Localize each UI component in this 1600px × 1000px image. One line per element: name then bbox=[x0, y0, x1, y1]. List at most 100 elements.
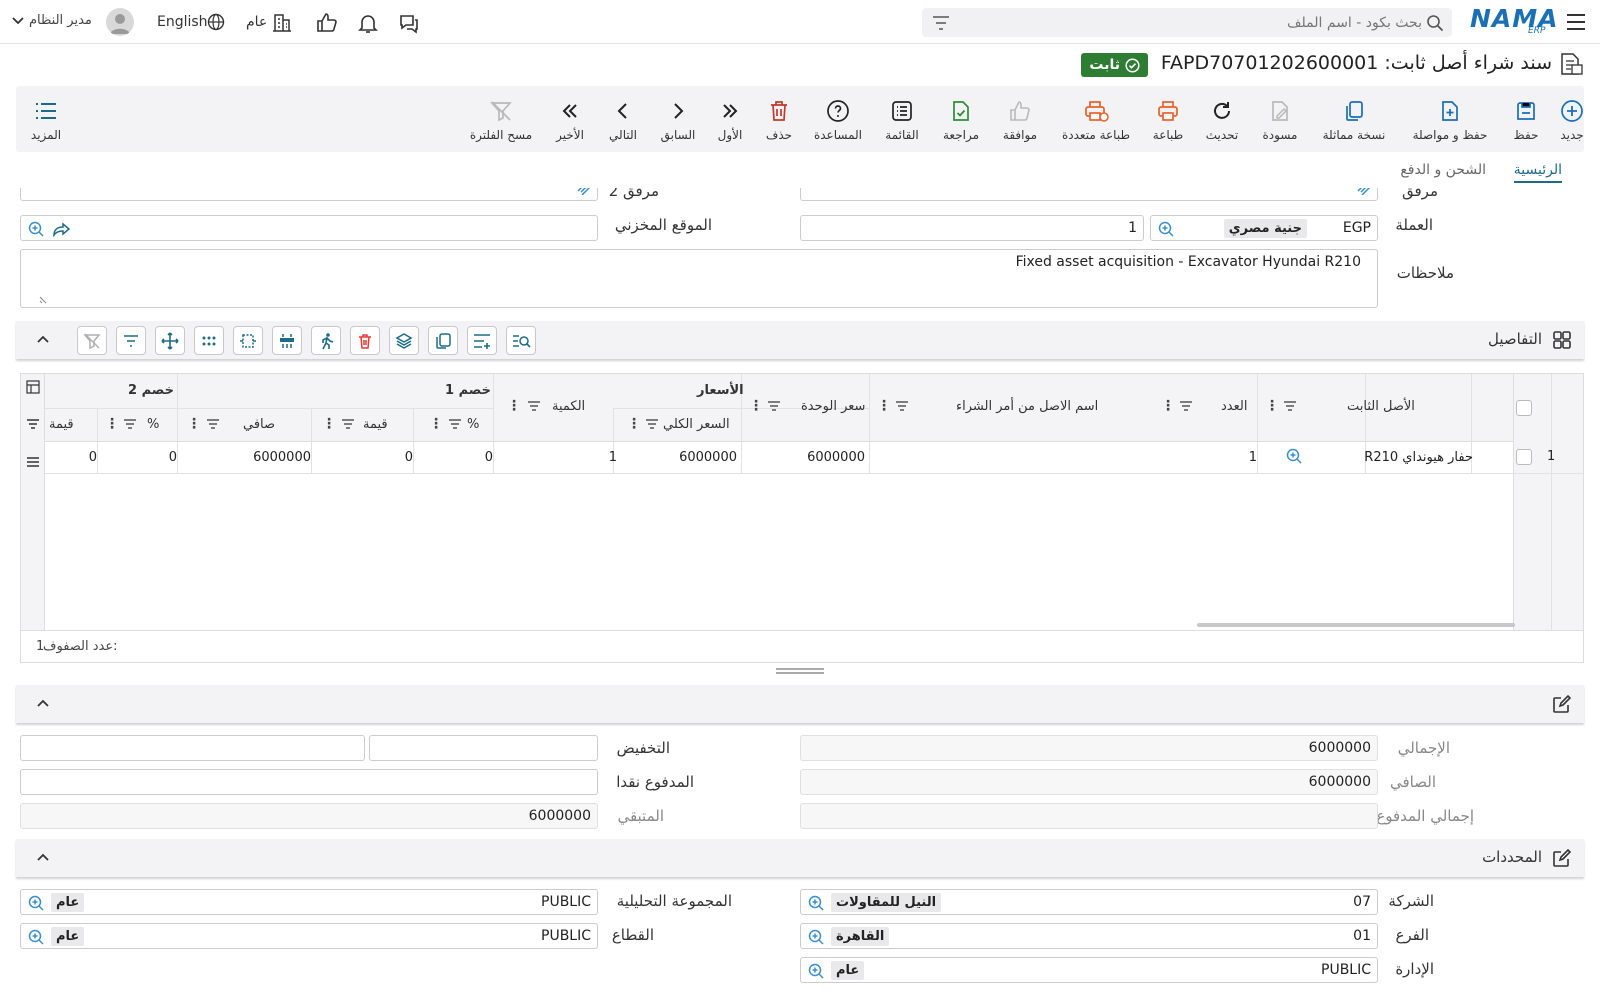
search-box[interactable] bbox=[922, 8, 1452, 37]
delete-row-button[interactable] bbox=[350, 326, 380, 355]
analytic-field[interactable]: PUBLIC عام bbox=[20, 889, 598, 915]
filter-icon[interactable] bbox=[527, 400, 541, 412]
clear-filter-grid-button[interactable] bbox=[77, 326, 107, 355]
new-button[interactable]: جديد bbox=[1552, 86, 1592, 152]
table-row[interactable]: 1 حفار هيونداي R210 1 6000000 6000000 1 … bbox=[45, 442, 1583, 474]
resize-handle-icon[interactable] bbox=[39, 296, 47, 304]
next-button[interactable]: التالي bbox=[598, 86, 648, 152]
col-unit-price[interactable]: سعر الوحدة bbox=[801, 399, 865, 414]
row-insert-button[interactable] bbox=[272, 326, 302, 355]
notes-field[interactable]: Fixed asset acquisition - Excavator Hyun… bbox=[20, 249, 1378, 308]
discount-value-field[interactable] bbox=[20, 735, 365, 761]
column-fit-button[interactable] bbox=[233, 326, 263, 355]
search-rows-button[interactable] bbox=[506, 326, 536, 355]
user-menu[interactable]: مدير النظام bbox=[12, 8, 136, 36]
col-quantity[interactable]: الكمية bbox=[552, 399, 585, 414]
search-plus-icon[interactable] bbox=[27, 220, 45, 238]
filter-icon[interactable] bbox=[932, 15, 950, 31]
chat-icon[interactable] bbox=[398, 12, 420, 34]
share-icon[interactable] bbox=[53, 221, 71, 237]
column-menu-icon[interactable]: ⋮ bbox=[105, 416, 119, 432]
cash-paid-field[interactable] bbox=[20, 769, 598, 795]
column-menu-icon[interactable]: ⋮ bbox=[322, 416, 336, 432]
column-menu-icon[interactable]: ⋮ bbox=[1161, 398, 1175, 414]
cell-d2-percent[interactable]: 0 bbox=[169, 450, 177, 465]
chevron-up-icon[interactable] bbox=[36, 698, 50, 708]
cell-net[interactable]: 6000000 bbox=[253, 450, 311, 465]
search-plus-icon[interactable] bbox=[807, 928, 825, 946]
cell-quantity[interactable]: 1 bbox=[609, 450, 617, 465]
add-rows-button[interactable] bbox=[467, 326, 497, 355]
filter-icon[interactable] bbox=[645, 418, 659, 430]
clear-filter-button[interactable]: مسح الفلترة bbox=[460, 86, 542, 152]
filter-icon[interactable] bbox=[341, 418, 355, 430]
cell-d1-value[interactable]: 0 bbox=[405, 450, 413, 465]
column-menu-icon[interactable]: ⋮ bbox=[187, 416, 201, 432]
column-menu-icon[interactable]: ⋮ bbox=[749, 398, 763, 414]
select-all-checkbox[interactable] bbox=[1516, 400, 1532, 416]
move-button[interactable] bbox=[155, 326, 185, 355]
currency-field[interactable]: EGP جنية مصري bbox=[1150, 215, 1378, 241]
search-input[interactable] bbox=[962, 8, 1422, 37]
company-field[interactable]: 07 النيل للمقاولات bbox=[800, 889, 1378, 915]
nama-logo[interactable]: NAMA ERP bbox=[1470, 4, 1558, 38]
chevron-up-icon[interactable] bbox=[36, 852, 50, 862]
col-asset[interactable]: الأصل الثابت bbox=[1347, 399, 1415, 414]
filter-icon[interactable] bbox=[26, 418, 40, 430]
help-button[interactable]: المساعدة bbox=[806, 86, 870, 152]
sector-field[interactable]: PUBLIC عام bbox=[20, 923, 598, 949]
col-count[interactable]: العدد bbox=[1221, 399, 1247, 414]
location-field[interactable] bbox=[20, 215, 598, 241]
column-menu-icon[interactable]: ⋮ bbox=[507, 398, 521, 414]
resize-handle[interactable] bbox=[776, 668, 824, 674]
attachment-field[interactable] bbox=[800, 188, 1378, 201]
search-plus-icon[interactable] bbox=[1285, 447, 1303, 465]
search-plus-icon[interactable] bbox=[27, 894, 45, 912]
col-total-price[interactable]: السعر الكلي bbox=[663, 417, 730, 432]
exchange-rate-field[interactable]: 1 bbox=[800, 215, 1144, 241]
save-button[interactable]: حفظ bbox=[1506, 86, 1546, 152]
list-button[interactable]: القائمة bbox=[874, 86, 930, 152]
cell-asset[interactable]: حفار هيونداي R210 bbox=[1364, 450, 1473, 465]
thumbs-up-icon[interactable] bbox=[315, 11, 337, 33]
column-menu-icon[interactable]: ⋮ bbox=[627, 416, 641, 432]
more-button[interactable]: المزيد bbox=[22, 86, 70, 152]
column-menu-icon[interactable]: ⋮ bbox=[429, 416, 443, 432]
approve-button[interactable]: موافقة bbox=[992, 86, 1048, 152]
first-button[interactable]: الأول bbox=[708, 86, 752, 152]
column-menu-icon[interactable]: ⋮ bbox=[877, 398, 891, 414]
refresh-button[interactable]: تحديث bbox=[1196, 86, 1248, 152]
draft-button[interactable]: مسودة bbox=[1252, 86, 1308, 152]
department-field[interactable]: PUBLIC عام bbox=[800, 957, 1378, 983]
duplicate-button[interactable]: نسخة مماثلة bbox=[1312, 86, 1396, 152]
col-net[interactable]: صافي bbox=[243, 417, 275, 432]
grid-dots-button[interactable] bbox=[194, 326, 224, 355]
copy-row-button[interactable] bbox=[428, 326, 458, 355]
bell-icon[interactable] bbox=[357, 12, 379, 34]
search-plus-icon[interactable] bbox=[807, 894, 825, 912]
search-plus-icon[interactable] bbox=[1157, 220, 1175, 238]
col-d1-value[interactable]: قيمة bbox=[363, 417, 388, 432]
column-menu-icon[interactable]: ⋮ bbox=[1265, 398, 1279, 414]
filter-icon[interactable] bbox=[1283, 400, 1297, 412]
language-selector[interactable]: English bbox=[157, 12, 227, 34]
multi-print-button[interactable]: طباعة متعددة bbox=[1052, 86, 1140, 152]
col-d2-value[interactable]: قيمة bbox=[49, 417, 74, 432]
cell-d2-value[interactable]: 0 bbox=[89, 450, 97, 465]
filter-icon[interactable] bbox=[123, 418, 137, 430]
review-button[interactable]: مراجعة bbox=[934, 86, 988, 152]
row-checkbox[interactable] bbox=[1516, 449, 1532, 465]
filter-button[interactable] bbox=[116, 326, 146, 355]
col-d1-percent[interactable]: % bbox=[467, 417, 479, 432]
row-menu-icon[interactable] bbox=[26, 456, 40, 468]
delete-button[interactable]: حذف bbox=[756, 86, 802, 152]
save-continue-button[interactable]: حفظ و مواصلة bbox=[1400, 86, 1500, 152]
branch-field[interactable]: 01 القاهرة bbox=[800, 923, 1378, 949]
search-plus-icon[interactable] bbox=[27, 928, 45, 946]
chevron-up-icon[interactable] bbox=[36, 334, 50, 344]
tab-shipping[interactable]: الشحن و الدفع bbox=[1400, 162, 1486, 178]
menu-icon[interactable] bbox=[1565, 12, 1587, 32]
discount-percent-field[interactable] bbox=[369, 735, 598, 761]
layers-button[interactable] bbox=[389, 326, 419, 355]
cell-count[interactable]: 1 bbox=[1249, 450, 1257, 465]
